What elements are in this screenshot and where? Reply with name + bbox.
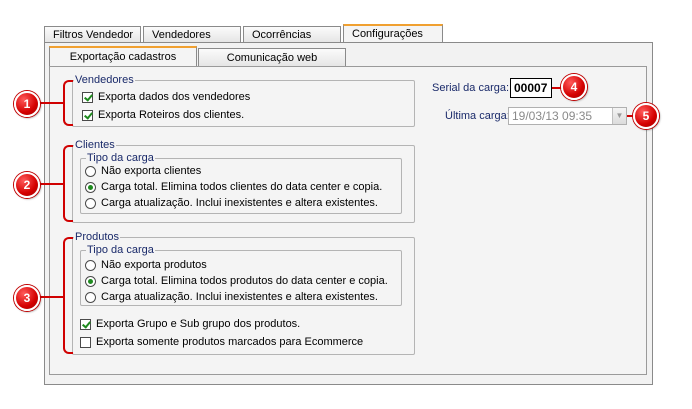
radio-label: Carga atualização. Inclui inexistentes e… [101, 197, 378, 209]
subtab-exportacao-cadastros[interactable]: Exportação cadastros [49, 46, 197, 67]
callout-2-line [36, 183, 64, 185]
radio-label: Carga atualização. Inclui inexistentes e… [101, 291, 378, 303]
callout-3-line [36, 296, 64, 298]
radio-carga-atualizacao-produtos[interactable]: Carga atualização. Inclui inexistentes e… [85, 290, 378, 304]
ultima-carga-combo[interactable]: 19/03/13 09:35 ▼ [508, 107, 627, 125]
radio-label: Não exporta produtos [101, 259, 207, 271]
tab-vendedores[interactable]: Vendedores [143, 26, 241, 43]
callout-2-marker: 2 [14, 172, 40, 198]
radio-carga-total-produtos[interactable]: Carga total. Elimina todos produtos do d… [85, 274, 388, 288]
radio-nao-exporta-produtos[interactable]: Não exporta produtos [85, 258, 207, 272]
checkbox-box[interactable] [80, 336, 91, 348]
clientes-legend: Clientes [74, 139, 116, 151]
checkbox-box[interactable] [82, 91, 93, 103]
checkbox-box[interactable] [82, 109, 93, 121]
tab-label: Vendedores [152, 29, 211, 41]
exporta-roteiros-checkbox[interactable]: Exporta Roteiros dos clientes. [82, 108, 244, 122]
produtos-tipo-carga-legend: Tipo da carga [86, 244, 155, 256]
radio-label: Carga total. Elimina todos clientes do d… [101, 181, 383, 193]
ultima-carga-value: 19/03/13 09:35 [512, 109, 593, 123]
clientes-tipo-carga-legend: Tipo da carga [86, 152, 155, 164]
checkbox-label: Exporta dados dos vendedores [98, 91, 251, 103]
checkbox-box[interactable] [80, 318, 91, 330]
radio-circle[interactable] [85, 259, 96, 271]
checkbox-label: Exporta Grupo e Sub grupo dos produtos. [96, 318, 301, 330]
radio-circle[interactable] [85, 291, 96, 303]
radio-circle[interactable] [85, 181, 96, 193]
tab-ocorrencias[interactable]: Ocorrências [243, 26, 341, 43]
callout-3-bracket [63, 237, 73, 354]
serial-carga-label: Serial da carga: [432, 82, 510, 94]
vendedores-legend: Vendedores [74, 74, 135, 86]
tab-label: Ocorrências [252, 29, 312, 41]
subtab-label: Comunicação web [226, 52, 318, 64]
subtab-label: Exportação cadastros [69, 51, 177, 63]
radio-nao-exporta-clientes[interactable]: Não exporta clientes [85, 164, 201, 178]
radio-circle[interactable] [85, 275, 96, 287]
callout-2-bracket [63, 145, 73, 222]
radio-label: Carga total. Elimina todos produtos do d… [101, 275, 388, 287]
tab-label: Filtros Vendedor [53, 29, 134, 41]
callout-1-marker: 1 [14, 91, 40, 117]
callout-1-bracket [63, 80, 73, 126]
radio-label: Não exporta clientes [101, 165, 202, 177]
subtab-comunicacao-web[interactable]: Comunicação web [198, 48, 346, 67]
exporta-grupo-subgrupo-checkbox[interactable]: Exporta Grupo e Sub grupo dos produtos. [80, 317, 300, 331]
exporta-ecommerce-checkbox[interactable]: Exporta somente produtos marcados para E… [80, 335, 363, 349]
radio-circle[interactable] [85, 165, 96, 177]
tab-label: Configurações [352, 28, 423, 40]
chevron-down-icon[interactable]: ▼ [612, 108, 626, 124]
exporta-dados-vendedores-checkbox[interactable]: Exporta dados dos vendedores [82, 90, 250, 104]
callout-5-marker: 5 [633, 103, 659, 129]
callout-4-marker: 4 [561, 74, 587, 100]
radio-circle[interactable] [85, 197, 96, 209]
checkbox-label: Exporta Roteiros dos clientes. [98, 109, 245, 121]
tab-filtros-vendedor[interactable]: Filtros Vendedor [44, 26, 141, 43]
ultima-carga-label: Última carga: [445, 110, 510, 122]
radio-carga-atualizacao-clientes[interactable]: Carga atualização. Inclui inexistentes e… [85, 196, 378, 210]
serial-carga-field[interactable]: 00007 [510, 78, 552, 98]
callout-1-line [36, 102, 64, 104]
radio-carga-total-clientes[interactable]: Carga total. Elimina todos clientes do d… [85, 180, 382, 194]
callout-3-marker: 3 [14, 285, 40, 311]
produtos-legend: Produtos [74, 231, 121, 243]
tab-configuracoes[interactable]: Configurações [343, 24, 443, 43]
checkbox-label: Exporta somente produtos marcados para E… [96, 336, 364, 348]
